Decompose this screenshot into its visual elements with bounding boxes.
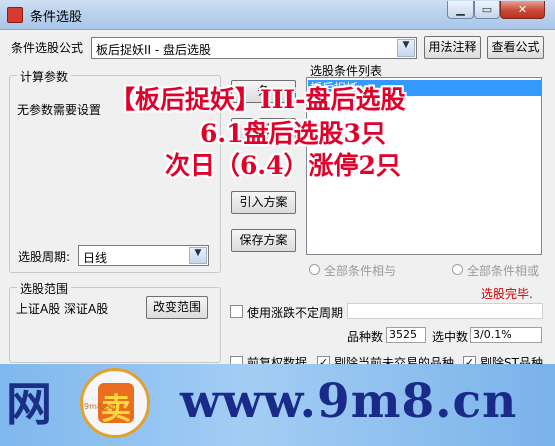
save-scheme-button[interactable]: 保存方案 (231, 229, 296, 252)
radio-and[interactable] (309, 264, 320, 275)
radio-or[interactable] (452, 264, 463, 275)
watermark-char: 网 (6, 377, 52, 431)
period-select[interactable]: 日线 ▼ (78, 245, 209, 266)
overlay-line-3: 次日（6.4）涨停2只 (165, 151, 401, 180)
species-count-label: 品种数 (347, 330, 384, 344)
no-params-note: 无参数需要设置 (17, 103, 102, 117)
params-legend: 计算参数 (17, 68, 72, 85)
status-text: 选股完毕. (481, 287, 533, 301)
period-value: 日线 (83, 251, 108, 265)
overlay-line-1: 【板后捉妖】III-盘后选股 (110, 85, 406, 114)
period-label: 选股周期: (18, 250, 71, 264)
radio-and-label: 全部条件相与 (324, 264, 397, 278)
window-title: 条件选股 (30, 10, 83, 25)
selected-count-label: 选中数 (432, 330, 469, 344)
maximize-button[interactable]: ▭ (474, 1, 500, 19)
uncertain-period-checkbox[interactable] (230, 305, 243, 318)
minimize-button[interactable]: ▁ (447, 1, 474, 19)
import-scheme-button[interactable]: 引入方案 (231, 191, 296, 214)
logo-small-text: 9m8.cn (84, 402, 114, 411)
progress-bar (347, 303, 543, 319)
chevron-down-icon[interactable]: ▼ (189, 247, 207, 264)
formula-select[interactable]: 板后捉妖II - 盘后选股 ▼ (91, 37, 417, 59)
view-formula-button[interactable]: 查看公式 (487, 36, 544, 59)
usage-notes-button[interactable]: 用法注释 (424, 36, 481, 59)
species-count-value: 3525 (386, 327, 426, 343)
formula-selected-value: 板后捉妖II - 盘后选股 (96, 43, 212, 57)
close-button[interactable]: ✕ (500, 1, 545, 19)
change-range-button[interactable]: 改变范围 (146, 296, 208, 319)
chevron-down-icon[interactable]: ▼ (397, 39, 415, 57)
selected-count-value: 3/0.1% (470, 327, 542, 343)
radio-or-label: 全部条件相或 (467, 264, 540, 278)
overlay-line-2: 6.1盘后选股3只 (200, 119, 386, 148)
uncertain-period-label: 使用涨跌不定周期 (247, 306, 344, 320)
watermark-url: www.9m8.cn (180, 374, 518, 429)
range-legend: 选股范围 (17, 280, 72, 297)
formula-label: 条件选股公式 (11, 41, 84, 55)
app-icon (7, 7, 23, 23)
market-range: 上证A股 深证A股 (16, 302, 109, 316)
